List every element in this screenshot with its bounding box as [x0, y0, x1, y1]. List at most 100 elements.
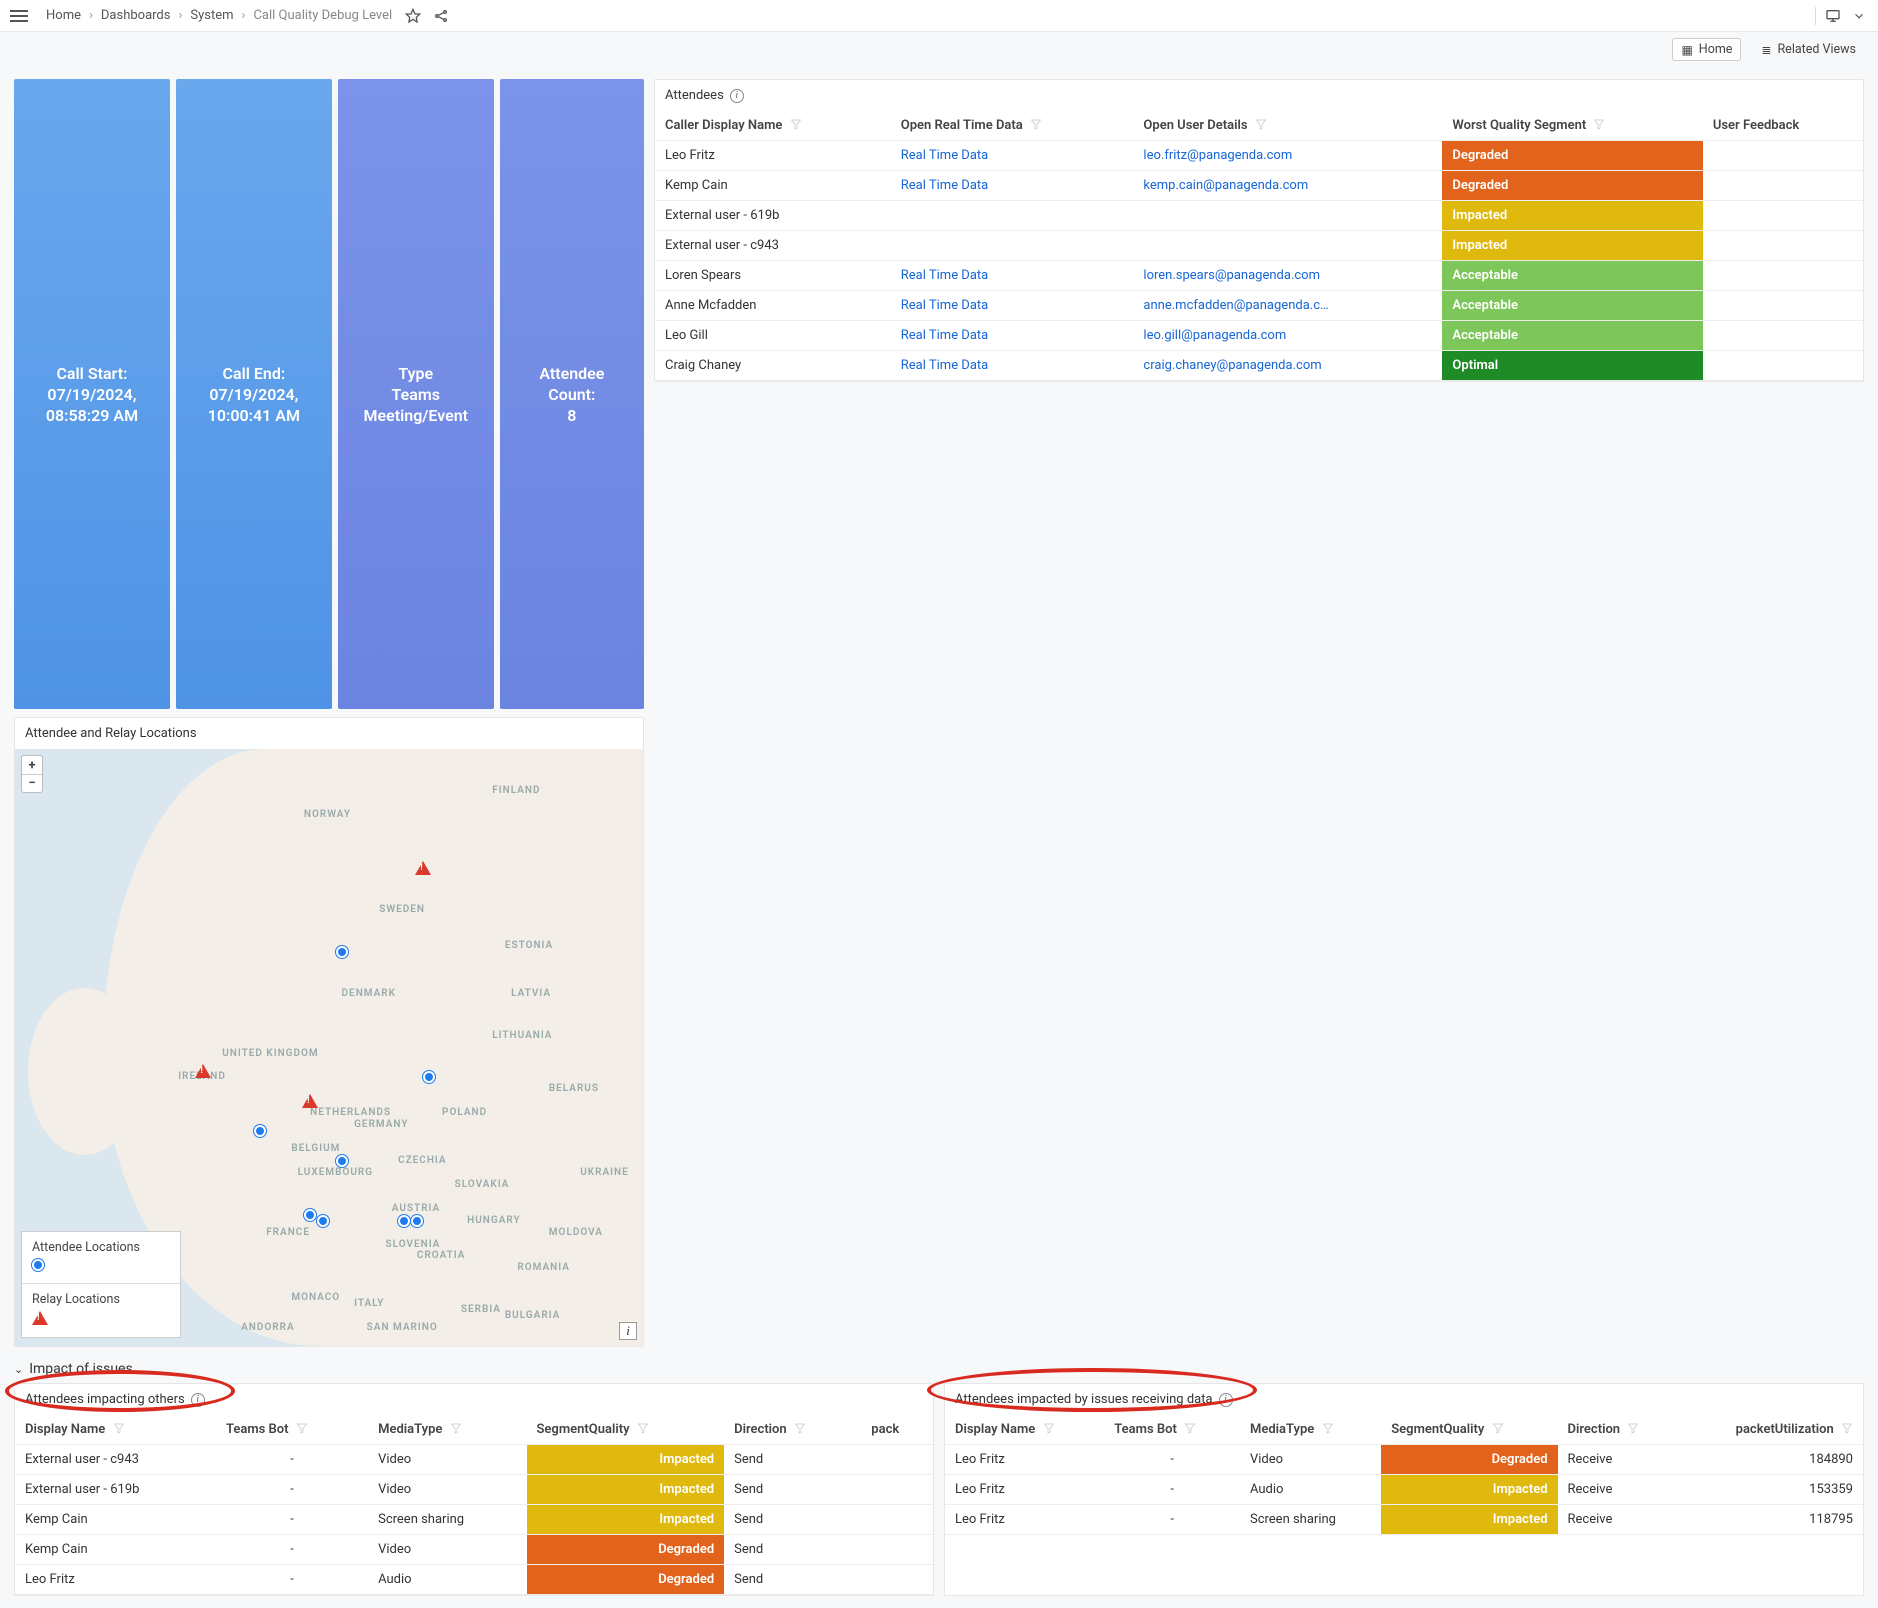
filter-icon[interactable] [1322, 1422, 1334, 1437]
filter-icon[interactable] [637, 1422, 649, 1437]
attendee-pin[interactable] [317, 1215, 329, 1227]
col-header[interactable]: SegmentQuality [1381, 1415, 1557, 1445]
cell-name: Kemp Cain [15, 1505, 216, 1535]
filter-icon[interactable] [790, 118, 802, 133]
attendees-table: Caller Display Name Open Real Time Data … [655, 111, 1863, 381]
view-related[interactable]: ≣ Related Views [1753, 38, 1864, 61]
attendee-pin[interactable] [411, 1215, 423, 1227]
section-impact[interactable]: ⌄ Impact of issues [14, 1361, 1864, 1377]
col-header[interactable]: User Feedback [1703, 111, 1863, 141]
col-header[interactable]: Display Name [945, 1415, 1104, 1445]
relay-pin[interactable] [302, 1094, 318, 1108]
col-header[interactable]: Direction [724, 1415, 861, 1445]
view-related-label: Related Views [1777, 42, 1856, 57]
cell-realtime[interactable]: Real Time Data [891, 171, 1134, 201]
col-header[interactable]: Teams Bot [216, 1415, 368, 1445]
filter-icon[interactable] [296, 1422, 308, 1437]
cell-quality: Impacted [1442, 201, 1702, 231]
relay-pin[interactable] [195, 1064, 211, 1078]
filter-icon[interactable] [1043, 1422, 1055, 1437]
filter-icon[interactable] [1030, 118, 1042, 133]
share-icon[interactable] [432, 7, 450, 25]
attendee-pin[interactable] [336, 946, 348, 958]
monitor-icon[interactable] [1824, 7, 1842, 25]
cell-email[interactable]: loren.spears@panagenda.com [1133, 261, 1442, 291]
filter-icon[interactable] [1184, 1422, 1196, 1437]
cell-email[interactable]: leo.fritz@panagenda.com [1133, 141, 1442, 171]
filter-icon[interactable] [1255, 118, 1267, 133]
cell-quality: Impacted [1381, 1475, 1557, 1505]
cell-email [1133, 231, 1442, 261]
info-icon[interactable]: i [1219, 1393, 1233, 1407]
zoom-in-button[interactable]: + [22, 756, 42, 774]
label-hu: HUNGARY [467, 1215, 520, 1226]
cell-realtime[interactable]: Real Time Data [891, 141, 1134, 171]
cell-quality: Degraded [1381, 1445, 1557, 1475]
cell-realtime [891, 201, 1134, 231]
filter-icon[interactable] [1492, 1422, 1504, 1437]
attendee-pin[interactable] [304, 1209, 316, 1221]
filter-icon[interactable] [794, 1422, 806, 1437]
cell-media: Video [1240, 1445, 1381, 1475]
cell-pack [861, 1445, 933, 1475]
star-icon[interactable] [404, 7, 422, 25]
col-header[interactable]: Display Name [15, 1415, 216, 1445]
view-home[interactable]: ▦ Home [1672, 38, 1741, 61]
table-row: Anne McfaddenReal Time Dataanne.mcfadden… [655, 291, 1863, 321]
cell-media: Screen sharing [368, 1505, 526, 1535]
col-header[interactable]: SegmentQuality [527, 1415, 725, 1445]
cell-bot: - [216, 1535, 368, 1565]
hamburger-icon[interactable] [10, 4, 34, 28]
cell-direction: Send [724, 1535, 861, 1565]
col-header[interactable]: Worst Quality Segment [1442, 111, 1702, 141]
relay-pin[interactable] [415, 861, 431, 875]
cell-name: Anne Mcfadden [655, 291, 891, 321]
info-icon[interactable]: i [191, 1393, 205, 1407]
col-header[interactable]: MediaType [368, 1415, 526, 1445]
cell-direction: Send [724, 1475, 861, 1505]
col-header[interactable]: Open User Details [1133, 111, 1442, 141]
filter-icon[interactable] [113, 1422, 125, 1437]
attendee-pin[interactable] [423, 1071, 435, 1083]
col-header[interactable]: pack [861, 1415, 933, 1445]
cell-pack [861, 1535, 933, 1565]
col-header[interactable]: Open Real Time Data [891, 111, 1134, 141]
filter-icon[interactable] [1627, 1422, 1639, 1437]
attendee-pin[interactable] [398, 1215, 410, 1227]
attendee-pin[interactable] [336, 1155, 348, 1167]
label-latvia: LATVIA [511, 988, 551, 999]
attendee-pin[interactable] [254, 1125, 266, 1137]
chevron-down-icon[interactable] [1850, 7, 1868, 25]
zoom-out-button[interactable]: − [22, 774, 42, 792]
crumb-system[interactable]: System [190, 8, 233, 23]
col-header[interactable]: Direction [1558, 1415, 1680, 1445]
cell-direction: Receive [1558, 1475, 1680, 1505]
cell-media: Audio [1240, 1475, 1381, 1505]
crumb-dashboards[interactable]: Dashboards [101, 8, 171, 23]
filter-icon[interactable] [450, 1422, 462, 1437]
cell-email[interactable]: craig.chaney@panagenda.com [1133, 351, 1442, 381]
cell-email[interactable]: kemp.cain@panagenda.com [1133, 171, 1442, 201]
cell-email[interactable]: anne.mcfadden@panagenda.c… [1133, 291, 1442, 321]
stat-cards: Call Start: 07/19/2024, 08:58:29 AM Call… [14, 79, 644, 709]
filter-icon[interactable] [1841, 1422, 1853, 1437]
card-call-end-v2: 10:00:41 AM [190, 406, 318, 425]
col-header[interactable]: MediaType [1240, 1415, 1381, 1445]
label-md: MOLDOVA [549, 1227, 603, 1238]
col-header[interactable]: Caller Display Name [655, 111, 891, 141]
cell-realtime[interactable]: Real Time Data [891, 291, 1134, 321]
cell-realtime[interactable]: Real Time Data [891, 261, 1134, 291]
cell-realtime[interactable]: Real Time Data [891, 321, 1134, 351]
cell-email[interactable]: leo.gill@panagenda.com [1133, 321, 1442, 351]
col-header[interactable]: Teams Bot [1104, 1415, 1240, 1445]
cell-feedback [1703, 201, 1863, 231]
legend-relay-label: Relay Locations [32, 1292, 140, 1307]
map[interactable]: NORWAY SWEDEN FINLAND ESTONIA LATVIA LIT… [15, 749, 643, 1346]
filter-icon[interactable] [1593, 118, 1605, 133]
table-row: External user - c943-VideoImpactedSend [15, 1445, 933, 1475]
cell-realtime[interactable]: Real Time Data [891, 351, 1134, 381]
map-info-icon[interactable]: i [619, 1322, 637, 1340]
crumb-home[interactable]: Home [46, 8, 81, 23]
info-icon[interactable]: i [730, 89, 744, 103]
col-header[interactable]: packetUtilization [1680, 1415, 1863, 1445]
